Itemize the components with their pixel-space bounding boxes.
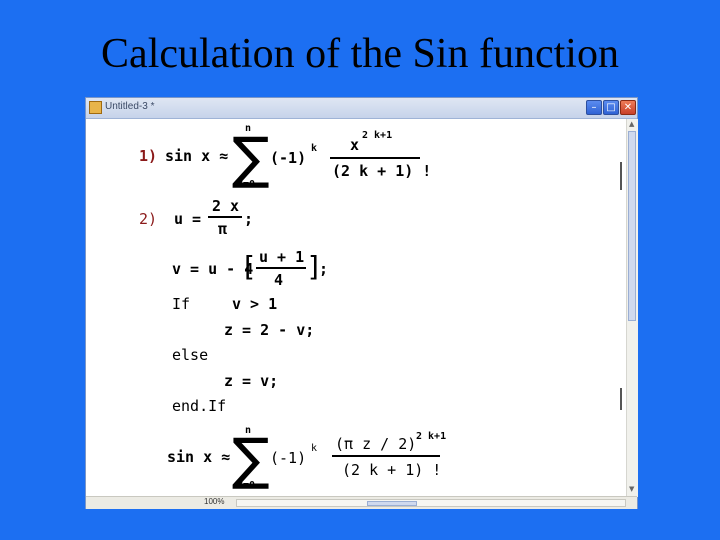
fraction-denominator: (2 k + 1) !: [332, 162, 432, 180]
sign-term: (-1): [270, 149, 307, 167]
vertical-scrollbar[interactable]: ▲ ▼: [626, 119, 638, 497]
scroll-up-icon[interactable]: ▲: [629, 120, 634, 128]
close-button[interactable]: ✕: [620, 100, 636, 115]
worksheet-icon: [89, 101, 102, 114]
if-keyword: If: [172, 295, 191, 313]
equation-label: 2): [139, 210, 158, 228]
horizontal-scrollbar[interactable]: [236, 499, 626, 507]
equation-lhs: v = u - 4: [172, 260, 254, 278]
floor-bracket-close: ]: [308, 250, 319, 283]
window-title: Untitled-3 *: [105, 101, 155, 112]
window-titlebar[interactable]: Untitled-3 * – □ ✕: [86, 98, 637, 119]
sum-lower-limit: k=0: [237, 179, 256, 190]
if-condition: v > 1: [232, 295, 278, 313]
region-marker: [620, 162, 622, 190]
statement-terminator: ;: [244, 210, 254, 228]
minimize-button[interactable]: –: [586, 100, 602, 115]
horizontal-scroll-thumb[interactable]: [367, 501, 417, 506]
endif-keyword: end.If: [172, 397, 227, 415]
fraction-denominator: π: [218, 220, 228, 238]
vertical-scroll-thumb[interactable]: [628, 131, 636, 321]
equation-lhs: u =: [174, 210, 202, 228]
status-bar: 100%: [86, 496, 637, 509]
fraction-bar: [208, 216, 242, 218]
sign-exponent: k: [311, 143, 318, 154]
equation-lhs: sin x ≈: [167, 448, 231, 466]
zoom-level[interactable]: 100%: [204, 497, 224, 506]
sign-term: (-1): [270, 449, 307, 467]
region-marker: [620, 388, 622, 410]
fraction-bar: [330, 157, 420, 159]
sum-lower-limit: k=0: [237, 480, 256, 491]
equation-label: 1): [139, 147, 158, 165]
worksheet-window: Untitled-3 * – □ ✕ ▲ ▼ 1) sin x ≈ n ∑ k=…: [85, 97, 638, 509]
fraction-numerator: 2 x: [212, 197, 240, 215]
fraction-numerator: x: [350, 136, 360, 154]
sign-exponent: k: [311, 443, 318, 454]
numerator-exponent: 2 k+1: [416, 431, 447, 442]
fraction-bar: [256, 267, 306, 269]
fraction-denominator: (2 k + 1) !: [342, 461, 442, 479]
else-keyword: else: [172, 346, 209, 364]
statement-terminator: ;: [319, 260, 329, 278]
else-statement: z = v;: [224, 372, 279, 390]
slide-title: Calculation of the Sin function: [101, 31, 619, 77]
numerator-exponent: 2 k+1: [362, 130, 393, 141]
maximize-button[interactable]: □: [603, 100, 619, 115]
then-statement: z = 2 - v;: [224, 321, 315, 339]
fraction-bar: [332, 455, 440, 457]
fraction-numerator: u + 1: [259, 248, 305, 266]
scroll-down-icon[interactable]: ▼: [629, 485, 634, 493]
floor-bracket-open: [: [244, 250, 255, 283]
equation-lhs: sin x ≈: [165, 147, 229, 165]
fraction-numerator: (π z / 2): [335, 435, 417, 453]
fraction-denominator: 4: [274, 271, 284, 289]
